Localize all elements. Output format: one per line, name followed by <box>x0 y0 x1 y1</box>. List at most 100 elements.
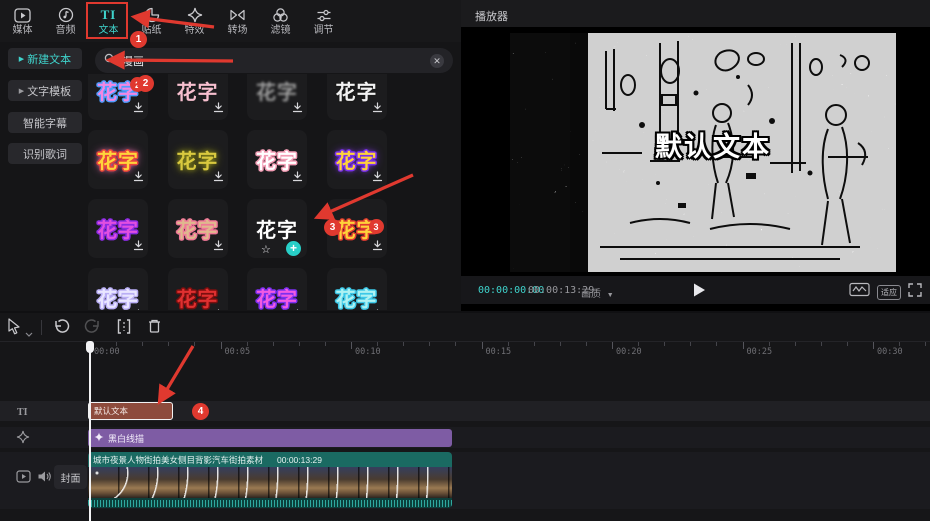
text-style-tile[interactable]: 花字2 <box>88 74 148 120</box>
tab-sticker[interactable]: 贴纸 <box>130 0 173 42</box>
text-sidebar: ▶ 新建文本 ▶ 文字模板 智能字幕 识别歌词 <box>0 42 88 311</box>
mute-icon[interactable] <box>37 470 51 488</box>
sidebar-item-text-template[interactable]: ▶ 文字模板 <box>8 80 82 101</box>
ruler-tick <box>690 342 691 346</box>
sidebar-item-new-text[interactable]: ▶ 新建文本 <box>8 48 82 69</box>
media-icon <box>14 7 31 24</box>
text-style-tile[interactable]: 花字 <box>168 199 228 258</box>
fullscreen-icon[interactable] <box>908 283 922 302</box>
video-preview[interactable]: 默认文本 <box>510 33 896 272</box>
tab-audio[interactable]: 音频 <box>44 0 87 42</box>
text-style-preview: 花字 <box>336 283 378 310</box>
scopes-icon[interactable] <box>849 282 870 302</box>
sidebar-item-auto-captions[interactable]: 智能字幕 <box>8 112 82 133</box>
audio-icon <box>58 7 74 24</box>
sidebar-item-label: 新建文本 <box>27 51 71 67</box>
text-style-tile[interactable]: 花字 <box>88 268 148 310</box>
filter-icon <box>272 7 289 24</box>
cursor-tool-button[interactable] <box>7 318 22 340</box>
video-clip-duration: 00:00:13:29 <box>277 455 322 465</box>
ruler-label: 00:05 <box>225 347 251 357</box>
chevron-down-icon[interactable] <box>25 324 33 342</box>
delete-icon[interactable] <box>147 318 162 339</box>
ruler-tick <box>743 342 744 349</box>
tab-media[interactable]: 媒体 <box>1 0 44 42</box>
favorite-star-icon[interactable]: ☆ <box>261 243 271 256</box>
tab-transition[interactable]: 转场 <box>216 0 259 42</box>
ruler-tick <box>247 342 248 346</box>
ruler-tick <box>325 342 326 346</box>
text-style-tile[interactable]: 花字 <box>247 74 307 120</box>
ruler-tick <box>586 342 587 346</box>
effect-clip[interactable]: 黑白线描 <box>88 429 452 447</box>
text-style-tile[interactable]: 花字 <box>327 74 387 120</box>
effects-icon <box>187 7 203 24</box>
text-style-tile[interactable]: 花字 <box>168 74 228 120</box>
download-icon <box>133 169 144 187</box>
text-style-tile[interactable]: 花字 <box>168 130 228 189</box>
text-style-tile[interactable]: 花字☆+ <box>247 199 307 258</box>
video-track-icon[interactable] <box>16 470 31 488</box>
text-style-tile[interactable]: 花字 <box>327 268 387 310</box>
player-title: 播放器 <box>475 8 508 24</box>
text-icon: TI <box>101 7 117 24</box>
text-clip[interactable]: 默认文本 <box>88 402 173 420</box>
preview-text-overlay[interactable]: 默认文本 <box>655 125 771 164</box>
undo-icon[interactable] <box>53 318 70 339</box>
add-icon[interactable]: + <box>286 241 301 256</box>
sidebar-item-lyrics-recognition[interactable]: 识别歌词 <box>8 143 82 164</box>
text-style-tile[interactable]: 花字 <box>168 268 228 310</box>
download-icon <box>372 238 383 256</box>
ruler-tick <box>482 342 483 349</box>
tab-label: 特效 <box>185 26 205 36</box>
annotation-step-badge-3: 3 <box>369 219 384 234</box>
download-icon <box>133 238 144 256</box>
tab-adjust[interactable]: 调节 <box>302 0 345 42</box>
player-panel: 播放器 <box>461 0 930 311</box>
tab-label: 音频 <box>56 26 76 36</box>
text-style-tile[interactable]: 花字 <box>88 199 148 258</box>
video-editor-app: 媒体 音频 TI 文本 贴纸 特效 <box>0 0 930 521</box>
search-input[interactable]: 漫画 ✕ <box>95 48 453 73</box>
cover-button[interactable]: 封面 <box>54 465 87 489</box>
ruler-tick <box>716 342 717 346</box>
video-clip-label: 城市夜景人物街拍美女侧目背影汽车街拍素材 <box>93 454 263 466</box>
tab-label: 文本 <box>99 26 119 36</box>
timeline-toolbar <box>0 313 930 341</box>
search-icon <box>104 52 116 70</box>
playhead[interactable] <box>89 341 91 521</box>
tab-effects[interactable]: 特效 <box>173 0 216 42</box>
text-style-tile[interactable]: 花字 <box>327 130 387 189</box>
video-clip[interactable]: 城市夜景人物街拍美女侧目背影汽车街拍素材 00:00:13:29 <box>88 452 452 508</box>
redo-icon[interactable] <box>84 318 101 339</box>
download-icon <box>292 307 303 310</box>
text-style-tile[interactable]: 花字 <box>88 130 148 189</box>
text-style-grid: 花字2花字花字花字花字花字花字花字花字花字花字☆+花字3花字花字花字花字 <box>88 74 460 310</box>
playhead-handle[interactable] <box>86 341 94 353</box>
timeline-ruler[interactable]: 00:0000:0500:1000:1500:2000:2500:30 <box>0 341 930 360</box>
chevron-right-icon: ▶ <box>19 55 24 63</box>
adjust-icon <box>316 7 332 24</box>
play-button[interactable] <box>691 282 707 298</box>
fit-button[interactable]: 适应 <box>877 285 901 300</box>
tab-label: 滤镜 <box>271 26 291 36</box>
text-style-tile[interactable]: 花字 <box>247 130 307 189</box>
quality-dropdown[interactable]: 画质 ▼ <box>581 285 614 300</box>
tab-filter[interactable]: 滤镜 <box>259 0 302 42</box>
tab-label: 媒体 <box>13 26 33 36</box>
ruler-tick <box>221 342 222 349</box>
tab-text[interactable]: TI 文本 <box>87 0 130 42</box>
ruler-tick <box>899 342 900 346</box>
player-header: 播放器 <box>461 0 930 27</box>
download-icon <box>213 307 224 310</box>
ruler-tick <box>664 342 665 346</box>
text-style-tile[interactable]: 花字 <box>247 268 307 310</box>
sidebar-item-label: 识别歌词 <box>23 146 67 162</box>
ruler-tick <box>925 342 926 346</box>
split-icon[interactable] <box>116 318 132 340</box>
ruler-tick <box>194 342 195 346</box>
text-style-preview: 花字 <box>97 283 139 310</box>
text-style-tile[interactable]: 花字3 <box>327 199 387 258</box>
clear-search-icon[interactable]: ✕ <box>430 54 444 68</box>
ruler-label: 00:15 <box>486 347 512 357</box>
